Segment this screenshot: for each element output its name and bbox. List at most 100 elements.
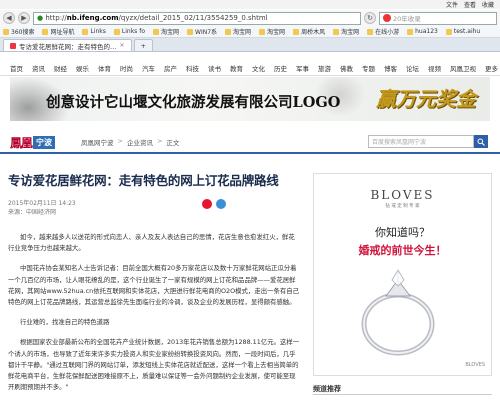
favorite-item[interactable]: WIN7系 — [187, 27, 217, 36]
logo-city: 宁波 — [33, 135, 56, 149]
favorite-item[interactable]: hua123 — [407, 28, 438, 35]
favorite-item[interactable]: 周桥木风 — [293, 27, 325, 36]
side-ad[interactable]: BLOVES 钻 戒 定 制 专 家 你知道吗？ 婚戒的前世今生！ BLOVES — [313, 173, 492, 376]
site-nav-item[interactable]: 读书 — [208, 63, 221, 73]
new-tab-button[interactable]: + — [133, 39, 153, 51]
favorite-item[interactable]: 淘宝网 — [153, 27, 179, 36]
favorite-icon — [445, 28, 452, 35]
site-nav-item[interactable]: 首页 — [10, 63, 23, 73]
breadcrumb-separator: > — [117, 137, 123, 145]
search-icon — [477, 138, 485, 146]
globe-icon: ● — [37, 14, 44, 22]
site-nav-item[interactable]: 文化 — [252, 63, 265, 73]
favorite-item[interactable]: test.aihu — [445, 28, 480, 35]
favorite-icon — [293, 28, 300, 35]
article-body: 如今，越来越多人以送花的形式向恋人、亲人及友人表达自己的思情，花店生意也愈发红火… — [8, 232, 301, 402]
tab-favicon-icon — [10, 42, 16, 49]
banner-calligraphy: 赢万元奖金 — [376, 87, 476, 111]
close-icon[interactable]: ✕ — [120, 42, 125, 49]
search-engine-icon — [383, 14, 391, 22]
ad-footer: BLOVES — [465, 362, 485, 368]
site-nav-item[interactable]: 专题 — [362, 63, 375, 73]
site-logo[interactable]: 鳳凰 宁波 — [10, 134, 56, 151]
site-nav-item[interactable]: 佛教 — [340, 63, 353, 73]
url-input[interactable]: ● http://nb.ifeng.com/qyzx/detail_2015_0… — [33, 11, 361, 25]
url-path: /qyzx/detail_2015_02/11/3554259_0.shtml — [118, 14, 268, 22]
favorite-icon — [187, 28, 194, 35]
browser-menubar: 文件 查看 收藏 — [0, 0, 500, 9]
url-host: nb.ifeng.com — [66, 14, 119, 22]
tab-label: 专访爱花居鲜花网：走有特色的… — [19, 42, 117, 51]
site-nav-item[interactable]: 汽车 — [142, 63, 155, 73]
site-nav-more[interactable]: 更多 ▾ — [485, 63, 500, 73]
site-search-input[interactable]: 百度搜索凤凰网宁波 — [368, 135, 474, 148]
menu-view[interactable]: 查看 — [464, 0, 476, 9]
site-nav-item[interactable]: 资讯 — [32, 63, 45, 73]
breadcrumb-item: 正文 — [166, 139, 180, 147]
favorite-item[interactable]: 淘宝网 — [333, 27, 359, 36]
breadcrumb: 凤凰网宁波 > 企业资讯 > 正文 — [81, 137, 179, 147]
refresh-icon[interactable]: ↻ — [364, 12, 376, 24]
article-paragraph: 中国花卉协会某知名人士告诉记者：目前全国大概有20多万家花店以及数十万家鲜花网站… — [8, 264, 300, 307]
favorite-item[interactable]: Links fo — [113, 28, 145, 35]
site-nav: 首页 资讯 财经 娱乐 体育 时尚 汽车 房产 科技 读书 教育 文化 历史 军… — [0, 62, 500, 73]
article-paragraph: 根据国家农业部最新公布的全国花卉产业统计数据，2013年花卉销售总额为1288.… — [8, 338, 300, 392]
divider — [313, 394, 492, 395]
ad-brand: BLOVES — [370, 188, 435, 202]
article-subheading: 行业难的，找准自己的特色道路 — [20, 318, 110, 327]
site-nav-item[interactable]: 科技 — [186, 63, 199, 73]
favorite-icon — [407, 28, 414, 35]
share-buttons — [202, 199, 226, 209]
favorite-item[interactable]: 360搜索 — [3, 27, 34, 36]
breadcrumb-item[interactable]: 凤凰网宁波 — [81, 137, 114, 147]
favorite-icon — [259, 28, 266, 35]
site-nav-item[interactable]: 旅游 — [318, 63, 331, 73]
breadcrumb-item[interactable]: 企业资讯 — [127, 137, 153, 147]
site-nav-item[interactable]: 历史 — [274, 63, 287, 73]
site-nav-item[interactable]: 时尚 — [120, 63, 133, 73]
site-search: 百度搜索凤凰网宁波 — [368, 135, 488, 148]
article-date: 2015年02月11日 14:23 — [8, 200, 76, 207]
favorite-item[interactable]: 网址导航 — [42, 27, 74, 36]
forward-icon[interactable]: ▶ — [18, 12, 30, 24]
favorite-icon — [3, 28, 9, 35]
site-nav-item[interactable]: 博客 — [384, 63, 397, 73]
tencent-weibo-icon[interactable] — [216, 199, 226, 209]
favorite-icon — [333, 28, 340, 35]
menu-favorites[interactable]: 收藏 — [482, 0, 494, 9]
site-nav-item[interactable]: 教育 — [230, 63, 243, 73]
weibo-icon[interactable] — [202, 199, 212, 209]
back-icon[interactable]: ◀ — [3, 12, 15, 24]
site-nav-item[interactable]: 军事 — [296, 63, 309, 73]
favorite-item[interactable]: Links — [82, 28, 106, 35]
banner-title: 创意设计它山堰文化旅游发展有限公司LOGO — [46, 94, 341, 111]
search-button[interactable] — [474, 135, 488, 148]
browser-search-input[interactable]: 20年收录 — [379, 11, 497, 25]
tab-article[interactable]: 专访爱花居鲜花网：走有特色的… ✕ — [3, 39, 132, 51]
site-nav-item[interactable]: 体育 — [98, 63, 111, 73]
header-bar: 鳳凰 宁波 凤凰网宁波 > 企业资讯 > 正文 百度搜索凤凰网宁波 — [0, 134, 500, 150]
favorite-icon — [42, 28, 49, 35]
site-nav-item[interactable]: 娱乐 — [76, 63, 89, 73]
article-paragraph: 如今，越来越多人以送花的形式向恋人、亲人及友人表达自己的思情，花店生意也愈发红火… — [8, 233, 295, 253]
channel-recommend-title: 频道推荐 — [313, 385, 341, 393]
banner-ad[interactable]: 创意设计它山堰文化旅游发展有限公司LOGO 赢万元奖金 — [10, 77, 490, 121]
site-nav-item[interactable]: 房产 — [164, 63, 177, 73]
favorite-item[interactable]: 在线小游 — [367, 27, 399, 36]
header-divider — [0, 152, 500, 154]
site-nav-item[interactable]: 财经 — [54, 63, 67, 73]
favorite-icon — [225, 28, 232, 35]
folder-icon — [113, 28, 120, 35]
favorite-icon — [367, 28, 374, 35]
favorites-bar: 360搜索 网址导航 Links Links fo 淘宝网 WIN7系 淘宝网 … — [0, 26, 500, 38]
favorite-item[interactable]: 淘宝网 — [259, 27, 285, 36]
menu-file[interactable]: 文件 — [446, 0, 458, 9]
site-nav-item[interactable]: 风凰卫视 — [450, 63, 476, 73]
diamond-ring-icon — [361, 269, 435, 356]
site-nav-item[interactable]: 论坛 — [406, 63, 419, 73]
site-nav-item[interactable]: 视频 — [428, 63, 441, 73]
favorite-item[interactable]: 淘宝网 — [225, 27, 251, 36]
logo-main: 鳳凰 — [10, 135, 33, 150]
breadcrumb-separator: > — [156, 137, 163, 145]
browser-search-text: 20年收录 — [393, 15, 421, 23]
